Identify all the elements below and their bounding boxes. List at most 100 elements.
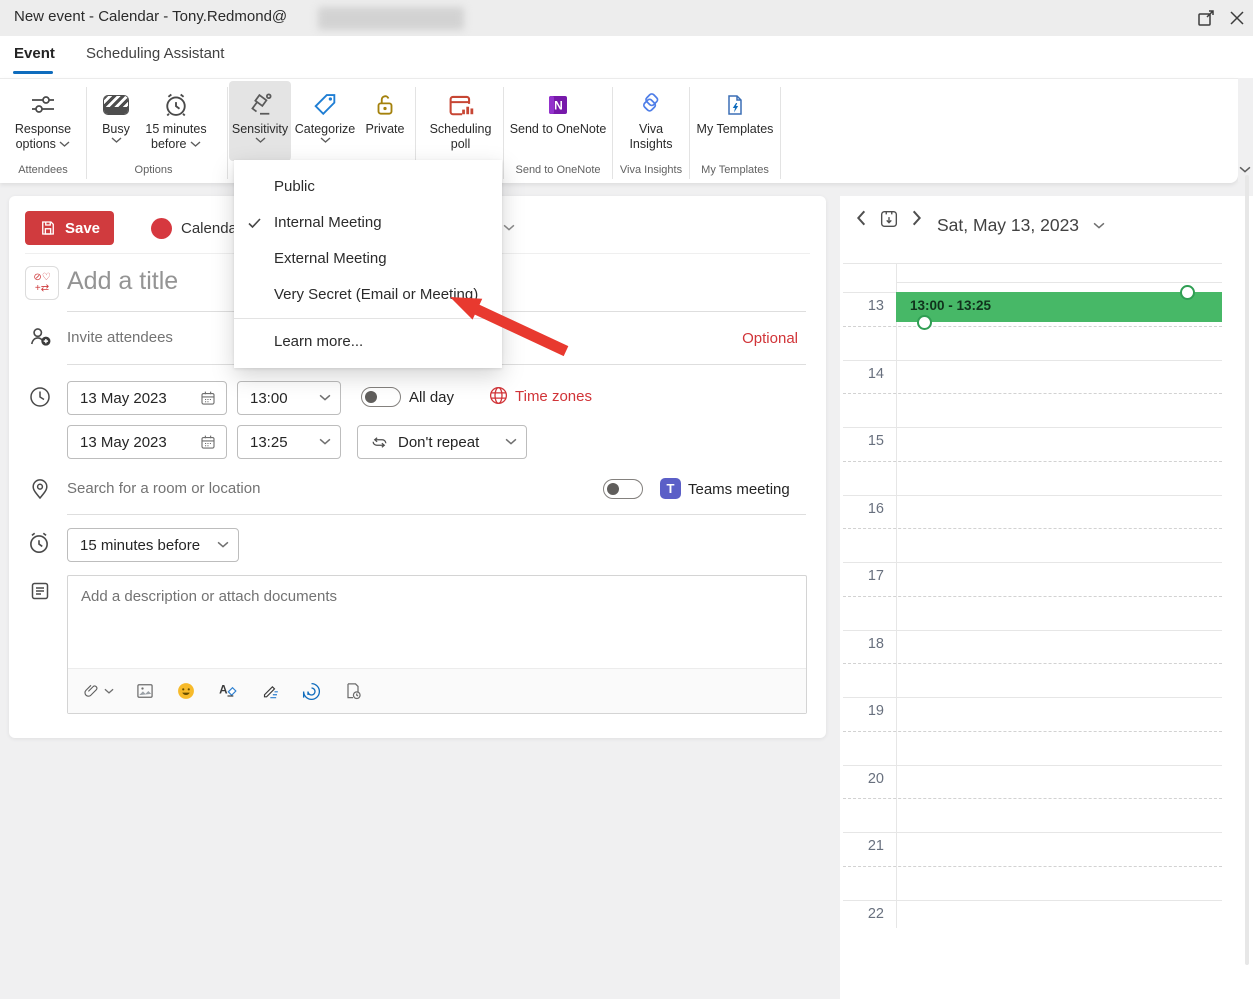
menu-item-external-meeting[interactable]: External Meeting [234, 241, 502, 277]
draw-pen-button[interactable] [259, 681, 280, 701]
location-pin-icon [28, 477, 52, 501]
end-time-input[interactable]: 13:25 [237, 425, 341, 459]
categorize-button[interactable]: Categorize [292, 81, 358, 161]
date-label: Sat, May 13, 2023 [937, 215, 1079, 235]
half-hour-line [843, 528, 1222, 529]
start-time-input[interactable]: 13:00 [237, 381, 341, 415]
event-resize-handle-bottom[interactable] [917, 315, 932, 330]
teams-logo-icon: T [660, 478, 681, 499]
loop-component-button[interactable] [301, 681, 322, 702]
hour-label: 13 [840, 298, 884, 314]
scrollbar[interactable] [1245, 175, 1249, 965]
response-options-icon [29, 88, 57, 122]
response-options-button[interactable]: Response options [2, 81, 84, 161]
repeat-dropdown[interactable]: Don't repeat [357, 425, 527, 459]
menu-item-very-secret[interactable]: Very Secret (Email or Meeting) [234, 277, 502, 313]
day-grid[interactable]: 13141516171819202122 13:00 - 13:25 [840, 263, 1253, 928]
hour-line [843, 630, 1222, 631]
end-date-input[interactable]: 13 May 2023 [67, 425, 227, 459]
reminder-value: 15 minutes before [80, 537, 200, 554]
start-date-input[interactable]: 13 May 2023 [67, 381, 227, 415]
half-hour-line [843, 798, 1222, 799]
calendar-selector[interactable]: Calendar [181, 220, 242, 237]
viva-insights-label: Viva Insights [616, 122, 686, 152]
chevron-down-icon [217, 541, 229, 549]
new-event-window: New event - Calendar - Tony.Redmond@ Eve… [0, 0, 1253, 999]
group-label-send-to-onenote: Send to OneNote [508, 164, 608, 181]
teams-meeting-label: Teams meeting [688, 481, 790, 498]
sensitivity-button[interactable]: Sensitivity [229, 81, 291, 161]
scheduling-poll-button[interactable]: Scheduling poll [419, 81, 502, 161]
hour-line [843, 832, 1222, 833]
my-templates-button[interactable]: My Templates [693, 81, 777, 161]
tab-strip: Event Scheduling Assistant [0, 36, 1253, 78]
hour-line [843, 360, 1222, 361]
scheduling-poll-label: Scheduling poll [419, 122, 502, 152]
paperclip-icon [82, 681, 100, 701]
save-icon [39, 219, 57, 237]
popout-button[interactable] [1195, 7, 1217, 29]
tab-scheduling-assistant[interactable]: Scheduling Assistant [86, 45, 224, 62]
send-to-onenote-label: Send to OneNote [510, 122, 607, 137]
hour-line [843, 562, 1222, 563]
save-button[interactable]: Save [25, 211, 114, 245]
invite-attendees-icon [28, 324, 54, 350]
busy-button[interactable]: Busy [94, 81, 138, 161]
private-label: Private [366, 122, 405, 137]
ribbon-divider [503, 87, 504, 179]
menu-item-internal-meeting[interactable]: Internal Meeting [234, 205, 502, 241]
menu-item-label: External Meeting [274, 250, 387, 267]
calendar-event-block[interactable]: 13:00 - 13:25 [896, 292, 1222, 322]
go-to-date-button[interactable] [878, 208, 900, 230]
clear-formatting-button[interactable]: A [217, 681, 238, 701]
teams-meeting-toggle[interactable] [603, 479, 643, 499]
title-bar: New event - Calendar - Tony.Redmond@ [0, 0, 1253, 36]
close-button[interactable] [1226, 7, 1248, 29]
description-toolbar: A [68, 668, 806, 713]
location-input[interactable]: Search for a room or location [67, 480, 260, 497]
all-day-toggle[interactable] [361, 387, 401, 407]
event-resize-handle-top[interactable] [1180, 285, 1195, 300]
categorize-tag-icon [311, 88, 339, 122]
chevron-down-icon [319, 394, 331, 402]
tab-event[interactable]: Event [14, 45, 55, 62]
event-category-icon[interactable]: ⊘♡ +⇄ [25, 266, 59, 300]
send-to-onenote-button[interactable]: N Send to OneNote [508, 81, 608, 161]
private-button[interactable]: Private [358, 81, 412, 161]
hour-label: 21 [840, 838, 884, 854]
time-zones-button[interactable]: Time zones [515, 388, 592, 405]
title-input[interactable]: Add a title [67, 267, 178, 296]
open-in-new-window-icon [1195, 7, 1217, 29]
emoji-button[interactable] [176, 681, 196, 701]
active-tab-indicator [13, 71, 53, 74]
menu-item-public[interactable]: Public [234, 169, 502, 205]
viva-insights-button[interactable]: Viva Insights [616, 81, 686, 161]
send-later-button[interactable] [343, 681, 363, 701]
description-icon [28, 579, 52, 603]
calendar-color-dot [151, 218, 172, 239]
my-templates-label: My Templates [697, 122, 774, 137]
end-date-value: 13 May 2023 [80, 434, 167, 451]
ribbon-overflow-button[interactable] [1239, 166, 1251, 174]
reminder-ribbon-button[interactable]: 15 minutes before [139, 81, 213, 161]
menu-item-label: Internal Meeting [274, 214, 382, 231]
onenote-icon: N [546, 88, 570, 122]
previous-day-button[interactable] [855, 210, 867, 226]
alarm-clock-icon [162, 88, 190, 122]
hour-label: 20 [840, 771, 884, 787]
insert-image-button[interactable] [135, 681, 155, 701]
next-day-button[interactable] [911, 210, 923, 226]
description-input[interactable]: Add a description or attach documents [67, 575, 807, 714]
invite-attendees-input[interactable]: Invite attendees [67, 329, 173, 346]
attach-file-button[interactable] [82, 681, 114, 701]
checkmark-icon [247, 217, 262, 229]
date-picker-label[interactable]: Sat, May 13, 2023 [937, 215, 1105, 236]
menu-item-label: Learn more... [274, 333, 363, 350]
calendar-selector-chevron[interactable] [503, 224, 515, 232]
sensitivity-stamp-icon [246, 88, 274, 122]
menu-item-learn-more[interactable]: Learn more... [234, 324, 502, 360]
start-time-value: 13:00 [250, 390, 288, 407]
optional-attendees-button[interactable]: Optional [742, 330, 798, 347]
ribbon-divider [612, 87, 613, 179]
reminder-dropdown[interactable]: 15 minutes before [67, 528, 239, 562]
